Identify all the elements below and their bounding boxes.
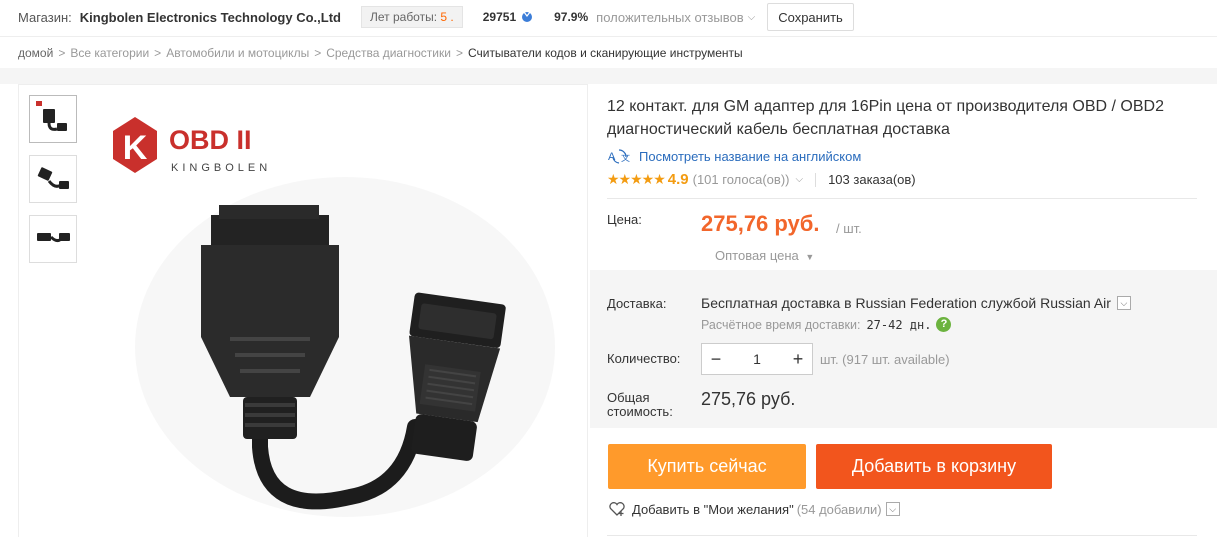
breadcrumb-separator: >	[154, 45, 162, 60]
product-title: 12 контакт. для GM адаптер для 16Pin цен…	[607, 98, 1164, 138]
divider	[607, 535, 1197, 536]
svg-text:KINGBOLEN: KINGBOLEN	[171, 162, 271, 174]
orders-count: 103 заказа(ов)	[828, 172, 916, 187]
store-name-link[interactable]: Kingbolen Electronics Technology Co.,Ltd	[80, 10, 341, 25]
chevron-down-icon[interactable]: ⌵	[885, 502, 900, 516]
breadcrumb-diagnostics[interactable]: Средства диагностики	[326, 46, 451, 60]
store-bar: Магазин: Kingbolen Electronics Technolog…	[0, 0, 1217, 34]
product-info: 12 контакт. для GM адаптер для 16Pin цен…	[607, 84, 1217, 188]
breadcrumb-current[interactable]: Считыватели кодов и сканирующие инструме…	[468, 46, 743, 60]
shipping-time-label: Расчётное время доставки:	[701, 317, 861, 332]
quantity-increase-button[interactable]: +	[784, 344, 812, 374]
total-label: Общая стоимость:	[607, 391, 673, 419]
chevron-down-icon[interactable]: ⌵	[795, 174, 803, 185]
breadcrumb-all-categories[interactable]: Все категории	[70, 46, 149, 60]
help-icon[interactable]: ?	[936, 317, 952, 332]
price-value: 275,76 руб.	[701, 211, 820, 236]
rating-value: 4.9	[667, 171, 689, 188]
rating-row: ★★★★★ 4.9 (101 голоса(ов)) ⌵ 103 заказа(…	[607, 171, 1217, 188]
section-divider	[0, 68, 1217, 84]
wishlist-label[interactable]: Добавить в "Мои желания"	[632, 502, 794, 517]
price-unit: / шт.	[836, 221, 862, 236]
heart-icon	[609, 502, 625, 516]
total-price: 275,76 руб.	[701, 389, 796, 409]
shipping-free: Бесплатная доставка	[701, 295, 841, 311]
svg-text:OBD II: OBD II	[169, 125, 252, 155]
breadcrumb-separator: >	[58, 45, 66, 60]
product-main-image[interactable]: K OBD II KINGBOLEN	[105, 97, 575, 537]
quantity-stepper: − 1 +	[701, 343, 813, 375]
kingbolen-logo: K OBD II KINGBOLEN	[113, 117, 271, 174]
add-to-cart-button[interactable]: Добавить в корзину	[816, 444, 1052, 489]
chevron-down-icon[interactable]: ⌵	[1116, 296, 1131, 310]
store-score[interactable]: 29751	[483, 10, 516, 24]
product-gallery: K OBD II KINGBOLEN	[18, 84, 588, 537]
breadcrumb-automotive[interactable]: Автомобили и мотоциклы	[166, 46, 309, 60]
buy-now-button[interactable]: Купить сейчас	[608, 444, 806, 489]
breadcrumb-separator: >	[314, 45, 322, 60]
quantity-label: Количество:	[607, 351, 681, 366]
thumbnail-1[interactable]	[29, 95, 77, 143]
total-label-line1: Общая	[607, 390, 650, 405]
chevron-down-icon[interactable]: ⌵	[748, 12, 756, 23]
breadcrumb-home[interactable]: домой	[18, 46, 53, 60]
store-years-badge: Лет работы: 5 .	[360, 6, 463, 28]
positive-feedback-percent: 97.9%	[554, 10, 589, 24]
breadcrumb-separator: >	[455, 45, 463, 60]
store-label: Магазин:	[18, 9, 72, 25]
years-value: 5 .	[440, 10, 454, 24]
svg-text:K: K	[123, 129, 148, 167]
wholesale-label: Оптовая цена	[715, 248, 799, 263]
svg-text:文: 文	[621, 152, 630, 163]
add-to-wishlist[interactable]: Добавить в "Мои желания" (54 добавили) ⌵	[608, 501, 900, 517]
caret-down-icon: ▼	[805, 252, 815, 262]
shipping-details: в Russian Federation службой Russian Air	[840, 295, 1111, 311]
product-thumbnail-image	[37, 233, 70, 243]
divider	[607, 198, 1197, 199]
translate-icon: A 文	[608, 149, 630, 164]
shipping-time-value: 27-42 дн.	[866, 317, 932, 332]
rating-votes[interactable]: (101 голоса(ов))	[693, 172, 790, 187]
quantity-available: шт. (917 шт. available)	[820, 352, 950, 367]
quantity-decrease-button[interactable]: −	[702, 344, 730, 374]
purchase-options-panel	[590, 270, 1217, 428]
thumbnail-3[interactable]	[29, 215, 77, 263]
wishlist-count: (54 добавили)	[796, 501, 882, 517]
price-label: Цена:	[607, 212, 642, 227]
thumbnail-list	[29, 95, 79, 275]
translate-link-text[interactable]: Посмотреть название на английском	[639, 149, 861, 164]
translate-title-link[interactable]: A 文 Посмотреть название на английском	[607, 147, 1217, 165]
product-thumbnail-image	[37, 167, 69, 189]
thumbnail-2[interactable]	[29, 155, 77, 203]
save-store-button[interactable]: Сохранить	[767, 3, 854, 31]
shipping-label: Доставка:	[607, 296, 667, 311]
medal-icon	[522, 11, 533, 22]
total-label-line2: стоимость:	[607, 404, 673, 419]
divider	[815, 172, 817, 187]
wholesale-price-toggle[interactable]: Оптовая цена ▼	[715, 248, 814, 263]
positive-feedback-text[interactable]: положительных отзывов	[596, 10, 743, 25]
breadcrumb: домой > Все категории > Автомобили и мот…	[0, 36, 1217, 68]
product-thumbnail-image	[36, 101, 67, 131]
quantity-input[interactable]: 1	[730, 351, 784, 367]
years-label: Лет работы:	[369, 10, 438, 24]
star-rating-icon: ★★★★★	[607, 171, 666, 187]
shipping-time: Расчётное время доставки: 27-42 дн. ?	[701, 317, 952, 332]
shipping-method[interactable]: Бесплатная доставка в Russian Federation…	[701, 295, 1131, 311]
